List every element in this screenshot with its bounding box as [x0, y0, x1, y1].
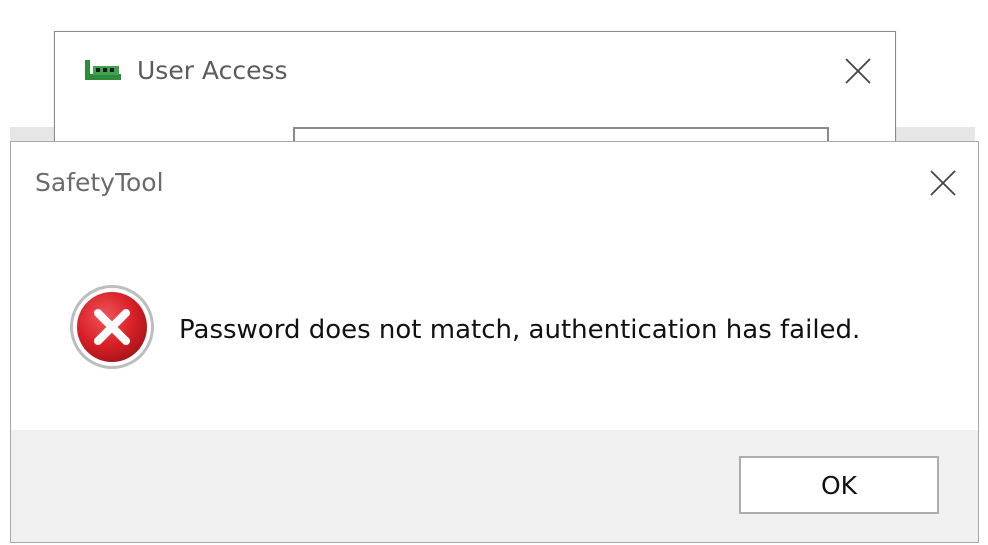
ok-button[interactable]: OK: [739, 456, 939, 514]
app-icon: [83, 56, 123, 84]
user-access-titlebar[interactable]: User Access: [55, 32, 895, 112]
error-icon: [67, 282, 157, 372]
dialog-footer: OK: [11, 430, 978, 542]
error-message-dialog: SafetyTool Password does not match, auth…: [10, 141, 979, 543]
dialog-titlebar[interactable]: SafetyTool: [11, 142, 978, 222]
background-shadow-strip-right: [895, 127, 975, 141]
close-icon[interactable]: [843, 56, 873, 86]
user-access-title: User Access: [137, 56, 288, 85]
background-shadow-strip-left: [10, 127, 54, 141]
error-message: Password does not match, authentication …: [179, 315, 861, 345]
dialog-title: SafetyTool: [35, 168, 164, 197]
close-icon[interactable]: [928, 168, 958, 198]
